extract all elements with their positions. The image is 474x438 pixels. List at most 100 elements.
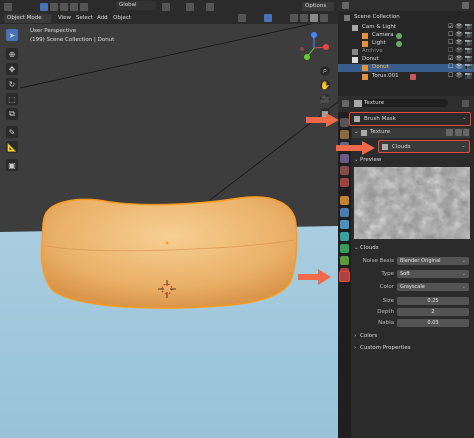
- close-icon[interactable]: [463, 129, 469, 136]
- tab-render-icon[interactable]: [340, 130, 349, 139]
- select-box-icon[interactable]: [40, 3, 48, 11]
- editor-type-icon[interactable]: [4, 3, 12, 11]
- outliner-row-donut-object[interactable]: Donut ☐ 👁 📷: [338, 64, 474, 72]
- transform-orientation[interactable]: Global: [116, 1, 156, 10]
- overlays-icon[interactable]: [264, 14, 272, 22]
- tab-world-icon[interactable]: [340, 178, 349, 187]
- texture-icon: [354, 100, 362, 107]
- color-label: Color: [379, 284, 394, 290]
- collection-icon: [352, 49, 358, 55]
- pin-icon[interactable]: [462, 100, 469, 107]
- select-tool-icon[interactable]: ➤: [6, 29, 18, 41]
- tab-physics-icon[interactable]: [340, 232, 349, 241]
- expand-arrow-icon[interactable]: ›: [354, 333, 356, 340]
- brush-mask-selector[interactable]: Brush Mask ⌄: [349, 112, 471, 126]
- select-invert-icon[interactable]: [70, 3, 78, 11]
- pan-icon[interactable]: ✋: [320, 80, 330, 90]
- collapse-arrow-icon[interactable]: ⌄: [354, 245, 359, 252]
- cursor-tool-icon[interactable]: ⊕: [6, 48, 18, 60]
- tab-scene-icon[interactable]: [340, 166, 349, 175]
- outliner-label: Cam & Light: [362, 24, 397, 30]
- move-tool-icon[interactable]: ✥: [6, 63, 18, 75]
- outliner-row-scene-collection[interactable]: Scene Collection: [338, 14, 474, 22]
- tab-object-icon[interactable]: [340, 196, 349, 205]
- tab-data-icon[interactable]: [340, 256, 349, 265]
- row-visibility-icons[interactable]: ☐ 👁 📷: [448, 32, 472, 38]
- shading-material-icon[interactable]: [320, 14, 328, 22]
- donut-mesh: [40, 196, 298, 309]
- outliner-label: Donut: [362, 56, 379, 62]
- row-visibility-icons[interactable]: ☑ 👁 📷: [448, 56, 472, 62]
- transform-tool-icon[interactable]: ⧉: [6, 108, 18, 120]
- custom-properties-panel-title[interactable]: Custom Properties: [360, 345, 411, 352]
- tab-particles-icon[interactable]: [340, 220, 349, 229]
- chevron-down-icon: ⌄: [461, 283, 466, 290]
- noise-basis-label: Noise Basis: [362, 258, 394, 264]
- filter-icon[interactable]: [462, 2, 469, 9]
- collapse-arrow-icon[interactable]: ⌄: [354, 157, 359, 164]
- zoom-icon[interactable]: ⌕: [320, 66, 330, 76]
- row-visibility-icons[interactable]: ☐ 👁 📷: [448, 73, 472, 79]
- add-cube-tool-icon[interactable]: ▣: [6, 159, 18, 171]
- depth-field[interactable]: 2: [397, 308, 469, 316]
- outliner-row-torus001[interactable]: Torus.001 ☐ 👁 📷: [338, 73, 474, 81]
- editor-type-icon[interactable]: [342, 2, 349, 9]
- texture-type-selector[interactable]: Clouds ⌄: [378, 140, 470, 153]
- mode-selector[interactable]: Object Mode: [4, 14, 51, 23]
- row-visibility-icons[interactable]: ☐ 👁 📷: [448, 64, 472, 70]
- camera-view-icon[interactable]: 🎥: [320, 94, 330, 104]
- duplicate-icon[interactable]: [446, 129, 453, 136]
- navigation-gizmo[interactable]: [296, 30, 332, 66]
- row-visibility-icons[interactable]: ☐ 👁 📷: [448, 40, 472, 46]
- row-visibility-icons[interactable]: ☑ 👁 📷: [448, 24, 472, 30]
- proportional-edit-icon[interactable]: [206, 3, 214, 11]
- pivot-icon[interactable]: [162, 3, 170, 11]
- menu-add[interactable]: Add: [97, 15, 108, 22]
- size-field[interactable]: 0.25: [397, 297, 469, 305]
- depth-label: Depth: [377, 309, 394, 315]
- rotate-tool-icon[interactable]: ↻: [6, 78, 18, 90]
- collection-icon: [352, 57, 358, 63]
- browse-icon[interactable]: [455, 129, 462, 136]
- scale-tool-icon[interactable]: ⬚: [6, 93, 18, 105]
- expand-arrow-icon[interactable]: ›: [354, 345, 356, 352]
- row-visibility-icons[interactable]: ☐ 👁 📷: [448, 48, 472, 54]
- select-extend-icon[interactable]: [50, 3, 58, 11]
- shading-wire-icon[interactable]: [300, 14, 308, 22]
- 3d-viewport[interactable]: Object Mode View Select Add Object Globa…: [0, 0, 338, 438]
- noise-basis-dropdown[interactable]: Blender Original ⌄: [397, 257, 469, 265]
- chevron-down-icon: ⌄: [461, 257, 466, 264]
- menu-object[interactable]: Object: [113, 15, 131, 22]
- visibility-icon[interactable]: [238, 14, 246, 22]
- colors-panel-title[interactable]: Colors: [360, 333, 377, 340]
- menu-view[interactable]: View: [58, 15, 71, 22]
- annotate-tool-icon[interactable]: ✎: [6, 126, 18, 138]
- outliner-label: Donut: [372, 64, 389, 70]
- nabla-field[interactable]: 0.03: [397, 319, 469, 327]
- noise-type-dropdown[interactable]: Soft ⌄: [397, 270, 469, 278]
- tab-modifier-icon[interactable]: [340, 208, 349, 217]
- color-mode-dropdown[interactable]: Grayscale ⌄: [397, 283, 469, 291]
- outliner-label: Light: [372, 40, 386, 46]
- select-intersect-icon[interactable]: [80, 3, 88, 11]
- outliner-label: Camera: [372, 32, 394, 38]
- measure-tool-icon[interactable]: 📐: [6, 141, 18, 153]
- noise-basis-value: Blender Original: [400, 257, 441, 264]
- tab-tool-icon[interactable]: [340, 118, 349, 127]
- editor-type-icon[interactable]: [342, 100, 349, 107]
- tab-constraints-icon[interactable]: [340, 244, 349, 253]
- menu-select[interactable]: Select: [76, 15, 93, 22]
- xray-icon[interactable]: [290, 14, 298, 22]
- select-subtract-icon[interactable]: [60, 3, 68, 11]
- texture-block-label: Texture: [370, 129, 391, 135]
- shading-solid-icon[interactable]: [310, 14, 318, 22]
- clouds-texture-icon: [382, 144, 388, 150]
- texture-preview-image: [354, 167, 470, 239]
- collapse-arrow-icon[interactable]: ⌄: [354, 129, 359, 136]
- tab-texture-icon[interactable]: [339, 271, 350, 282]
- annotation-arrow-texture-tab: [298, 269, 331, 285]
- snap-icon[interactable]: [186, 3, 194, 11]
- texture-icon: [361, 130, 367, 136]
- options-dropdown[interactable]: Options: [302, 2, 334, 11]
- brush-mask-label: Brush Mask: [364, 116, 396, 122]
